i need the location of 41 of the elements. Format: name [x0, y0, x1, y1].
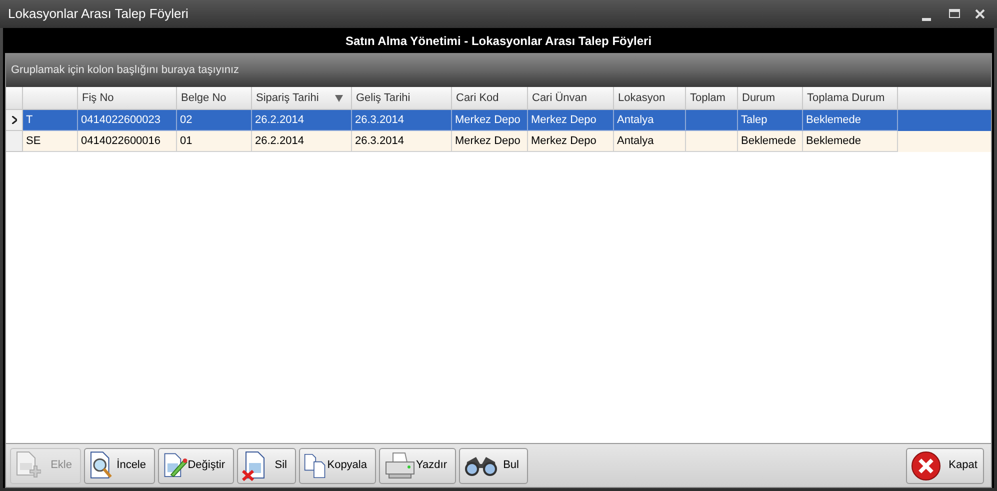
table-cell: Beklemede	[738, 131, 803, 152]
group-panel-hint: Gruplamak için kolon başlığını buraya taşıyınız	[11, 63, 240, 78]
close-icon[interactable]	[975, 9, 985, 19]
table-cell	[686, 131, 738, 152]
column-header[interactable]: Fiş No	[78, 87, 177, 110]
table-cell: Merkez Depo	[528, 131, 614, 152]
table-cell: Antalya	[614, 131, 686, 152]
column-header[interactable]: Sipariş Tarihi	[252, 87, 352, 110]
table-row[interactable]: SE 0414022600016 01 26.2.2014 26.3.2014 Merkez Depo Merkez Depo Antalya Beklemede Beklemede	[6, 131, 991, 152]
column-header[interactable]: Toplama Durum	[803, 87, 898, 110]
table-cell: 01	[177, 131, 252, 152]
table-cell: Beklemede	[803, 131, 898, 152]
table-row[interactable]: T 0414022600023 02 26.2.2014 26.3.2014 Merkez Depo Merkez Depo Antalya Talep Beklemede	[6, 110, 991, 131]
header-title: Satın Alma Yönetimi - Lokasyonlar Arası Talep Föyleri	[345, 32, 652, 50]
cross-circle-icon	[911, 450, 941, 480]
column-header[interactable]: Toplam	[686, 87, 738, 110]
toolbar-button[interactable]: Sil	[237, 448, 296, 484]
table-cell: 26.2.2014	[252, 131, 352, 152]
table-cell: 26.3.2014	[352, 131, 452, 152]
current-row-icon	[12, 116, 16, 124]
column-header[interactable]: Lokasyon	[614, 87, 686, 110]
table-cell: Merkez Depo	[452, 131, 528, 152]
toolbar-button[interactable]: Değiştir	[158, 448, 234, 484]
close-button[interactable]: Kapat	[906, 448, 984, 484]
toolbar-button[interactable]: Bul	[459, 448, 528, 484]
window-title: Lokasyonlar Arası Talep Föyleri	[8, 5, 190, 24]
column-header[interactable]: Cari Kod	[452, 87, 528, 110]
row-indicator-header	[6, 87, 23, 110]
table-cell: SE	[23, 131, 78, 152]
toolbar-button[interactable]: Kopyala	[299, 448, 376, 484]
column-header[interactable]: Geliş Tarihi	[352, 87, 452, 110]
column-header[interactable]: Cari Ünvan	[528, 87, 614, 110]
maximize-icon[interactable]	[949, 9, 960, 19]
sort-descending-icon	[335, 94, 343, 102]
table-cell: 0414022600016	[78, 131, 177, 152]
toolbar-button[interactable]: İncele	[84, 448, 155, 484]
column-header[interactable]: Durum	[738, 87, 803, 110]
document-plus-icon	[15, 450, 41, 480]
toolbar-button[interactable]: Yazdır	[379, 448, 456, 484]
printer-icon	[384, 452, 416, 480]
column-header[interactable]: Belge No	[177, 87, 252, 110]
